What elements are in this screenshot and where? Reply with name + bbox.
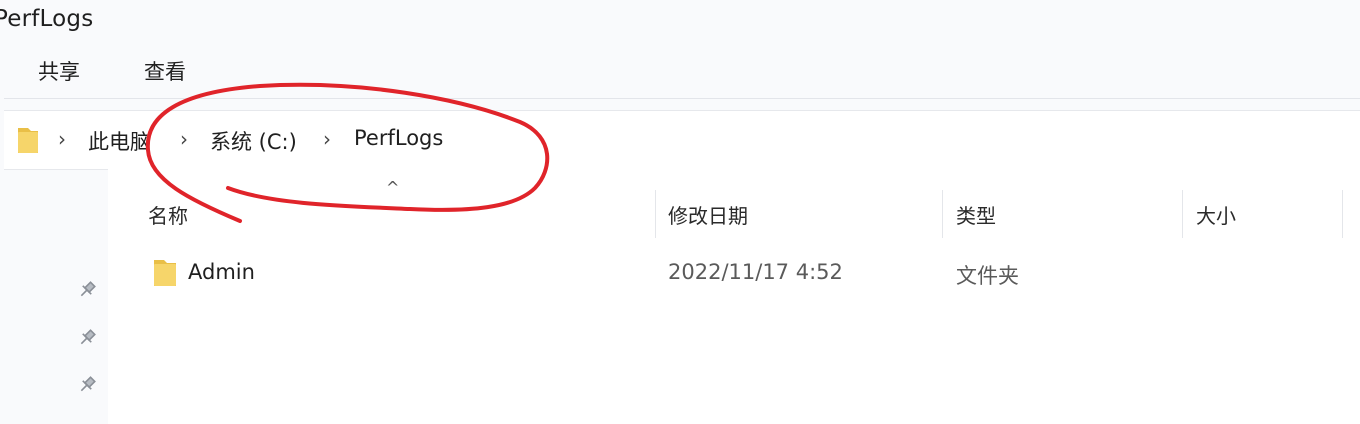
window-title: PerfLogs: [0, 6, 94, 32]
address-bar[interactable]: [4, 110, 1360, 170]
folder-icon: [18, 128, 38, 153]
file-modified: 2022/11/17 4:52: [668, 260, 843, 284]
breadcrumb-this-pc[interactable]: 此电脑: [88, 126, 151, 156]
column-header-type[interactable]: 类型: [956, 200, 996, 229]
column-divider[interactable]: [1182, 190, 1183, 238]
folder-icon: [154, 260, 176, 286]
column-divider[interactable]: [942, 190, 943, 238]
file-row-admin[interactable]: Admin 2022/11/17 4:52 文件夹: [140, 250, 1340, 294]
column-divider[interactable]: [1342, 190, 1343, 238]
sort-caret-icon[interactable]: ^: [386, 178, 399, 197]
column-divider[interactable]: [655, 190, 656, 238]
breadcrumb-perflogs[interactable]: PerfLogs: [354, 126, 443, 150]
pin-icon[interactable]: [76, 279, 98, 301]
column-header-modified[interactable]: 修改日期: [668, 200, 748, 229]
column-header-size[interactable]: 大小: [1196, 200, 1236, 229]
tab-share[interactable]: 共享: [38, 56, 80, 86]
pin-icon[interactable]: [76, 327, 98, 349]
chevron-right-icon: ›: [323, 127, 331, 151]
tab-view[interactable]: 查看: [144, 56, 186, 86]
chevron-right-icon: ›: [58, 127, 66, 151]
chevron-right-icon: ›: [180, 127, 188, 151]
pin-icon[interactable]: [76, 374, 98, 396]
column-header-name[interactable]: 名称: [148, 200, 188, 229]
ribbon-divider: [4, 98, 1360, 99]
breadcrumb-system-drive[interactable]: 系统 (C:): [210, 126, 297, 156]
file-name: Admin: [188, 260, 255, 284]
file-type: 文件夹: [956, 264, 1019, 288]
